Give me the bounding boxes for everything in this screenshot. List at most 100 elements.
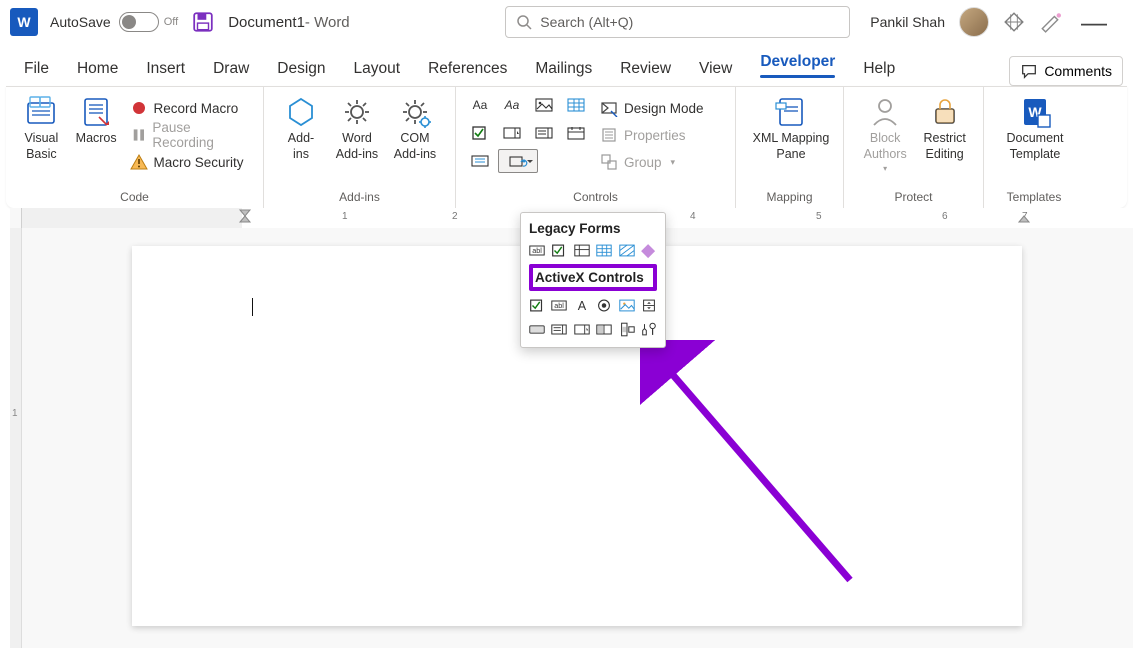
restrict-editing-button[interactable]: Restrict Editing (916, 93, 973, 176)
xml-mapping-button[interactable]: XML Mapping Pane (746, 93, 836, 164)
autosave-state: Off (164, 16, 178, 28)
vertical-ruler[interactable]: 1 (10, 228, 22, 648)
comment-icon (1020, 62, 1038, 80)
legacy-tools-popup: Legacy Forms ActiveX Controls (520, 212, 666, 348)
word-logo-icon: W (10, 8, 38, 36)
legacy-forms-heading: Legacy Forms (529, 221, 657, 236)
minimize-button[interactable]: — (1075, 15, 1113, 29)
plain-text-control[interactable] (498, 93, 526, 117)
repeating-section-control[interactable] (466, 149, 494, 173)
templates-group-label: Templates (984, 190, 1084, 204)
com-addins-button[interactable]: COM Add-ins (386, 93, 444, 164)
tab-mailings[interactable]: Mailings (521, 60, 606, 86)
ax-option-icon[interactable] (595, 295, 615, 315)
tab-draw[interactable]: Draw (199, 60, 263, 86)
restrict-editing-icon (928, 95, 962, 129)
rich-text-control[interactable] (466, 93, 494, 117)
search-box[interactable]: Search (Alt+Q) (505, 6, 850, 38)
tab-design[interactable]: Design (263, 60, 339, 86)
building-block-control[interactable] (562, 93, 590, 117)
frame-icon[interactable] (595, 240, 615, 260)
tab-review[interactable]: Review (606, 60, 685, 86)
document-template-button[interactable]: Document Template (994, 93, 1076, 164)
group-icon (600, 153, 618, 171)
record-icon (130, 99, 148, 117)
addins-group-label: Add-ins (264, 190, 455, 204)
tab-developer[interactable]: Developer (746, 53, 849, 86)
block-authors-icon (868, 95, 902, 129)
addins-button[interactable]: Add- ins (274, 93, 328, 164)
ax-label-icon[interactable] (572, 295, 592, 315)
group-button: Group▾ (596, 149, 708, 175)
picture-control[interactable] (530, 93, 558, 117)
ax-text-icon[interactable] (550, 295, 570, 315)
check-box-icon[interactable] (550, 240, 570, 260)
combobox-control[interactable] (498, 121, 526, 145)
mapping-group-label: Mapping (736, 190, 843, 204)
ax-scroll-icon[interactable] (617, 319, 637, 339)
macro-security-button[interactable]: Macro Security (126, 149, 253, 175)
ax-toggle-icon[interactable] (595, 319, 615, 339)
comments-button[interactable]: Comments (1009, 56, 1123, 86)
addins-icon (284, 95, 318, 129)
premium-diamond-icon[interactable] (1003, 11, 1025, 33)
design-mode-button[interactable]: Design Mode (596, 95, 708, 121)
pen-icon[interactable] (1039, 11, 1061, 33)
tab-file[interactable]: File (10, 60, 63, 86)
properties-icon (600, 126, 618, 144)
search-placeholder: Search (Alt+Q) (540, 14, 633, 30)
document-title: Document1 (228, 14, 305, 31)
user-avatar[interactable] (959, 7, 989, 37)
ribbon-tabs: File Home Insert Draw Design Layout Refe… (0, 44, 1133, 86)
combo-box-icon[interactable] (572, 240, 592, 260)
text-cursor (252, 298, 253, 316)
warning-icon (130, 153, 148, 171)
visual-basic-button[interactable]: Visual Basic (16, 93, 67, 175)
record-macro-button[interactable]: Record Macro (126, 95, 253, 121)
tab-view[interactable]: View (685, 60, 746, 86)
right-indent-marker[interactable] (1018, 208, 1030, 226)
ax-check-icon[interactable] (527, 295, 547, 315)
word-addins-icon (340, 95, 374, 129)
search-icon (516, 14, 532, 30)
text-field-icon[interactable] (527, 240, 547, 260)
user-name[interactable]: Pankil Shah (870, 14, 945, 30)
ax-command-icon[interactable] (527, 319, 547, 339)
controls-group-label: Controls (456, 190, 735, 204)
macros-button[interactable]: Macros (71, 93, 122, 175)
ax-more-icon[interactable] (640, 319, 660, 339)
ax-combo-icon[interactable] (572, 319, 592, 339)
activex-controls-heading: ActiveX Controls (529, 264, 657, 291)
dropdown-list-control[interactable] (530, 121, 558, 145)
autosave-toggle[interactable] (119, 12, 159, 32)
legacy-tools-dropdown[interactable] (498, 149, 538, 173)
document-template-icon (1018, 95, 1052, 129)
ax-list-icon[interactable] (550, 319, 570, 339)
pause-icon (130, 126, 147, 144)
code-group-label: Code (6, 190, 263, 204)
left-indent-marker[interactable] (238, 208, 252, 226)
com-addins-icon (398, 95, 432, 129)
checkbox-control[interactable] (466, 121, 494, 145)
shading-icon[interactable] (617, 240, 637, 260)
tab-layout[interactable]: Layout (340, 60, 415, 86)
tab-insert[interactable]: Insert (132, 60, 199, 86)
tab-help[interactable]: Help (849, 60, 909, 86)
pause-recording-button: Pause Recording (126, 122, 253, 148)
tab-home[interactable]: Home (63, 60, 132, 86)
date-picker-control[interactable] (562, 121, 590, 145)
xml-mapping-icon (774, 95, 808, 129)
properties-button: Properties (596, 122, 708, 148)
tab-references[interactable]: References (414, 60, 521, 86)
ribbon: Visual Basic Macros Record Macro Pause R… (6, 86, 1127, 208)
reset-icon[interactable] (640, 240, 660, 260)
protect-group-label: Protect (844, 190, 983, 204)
design-mode-icon (600, 99, 618, 117)
save-icon[interactable] (192, 11, 214, 33)
autosave-label: AutoSave (50, 14, 111, 30)
visual-basic-icon (24, 95, 58, 129)
ax-spin-icon[interactable] (640, 295, 660, 315)
word-addins-button[interactable]: Word Add-ins (330, 93, 384, 164)
ax-image-icon[interactable] (617, 295, 637, 315)
title-bar: W AutoSave Off Document1 - Word Search (… (0, 0, 1133, 44)
